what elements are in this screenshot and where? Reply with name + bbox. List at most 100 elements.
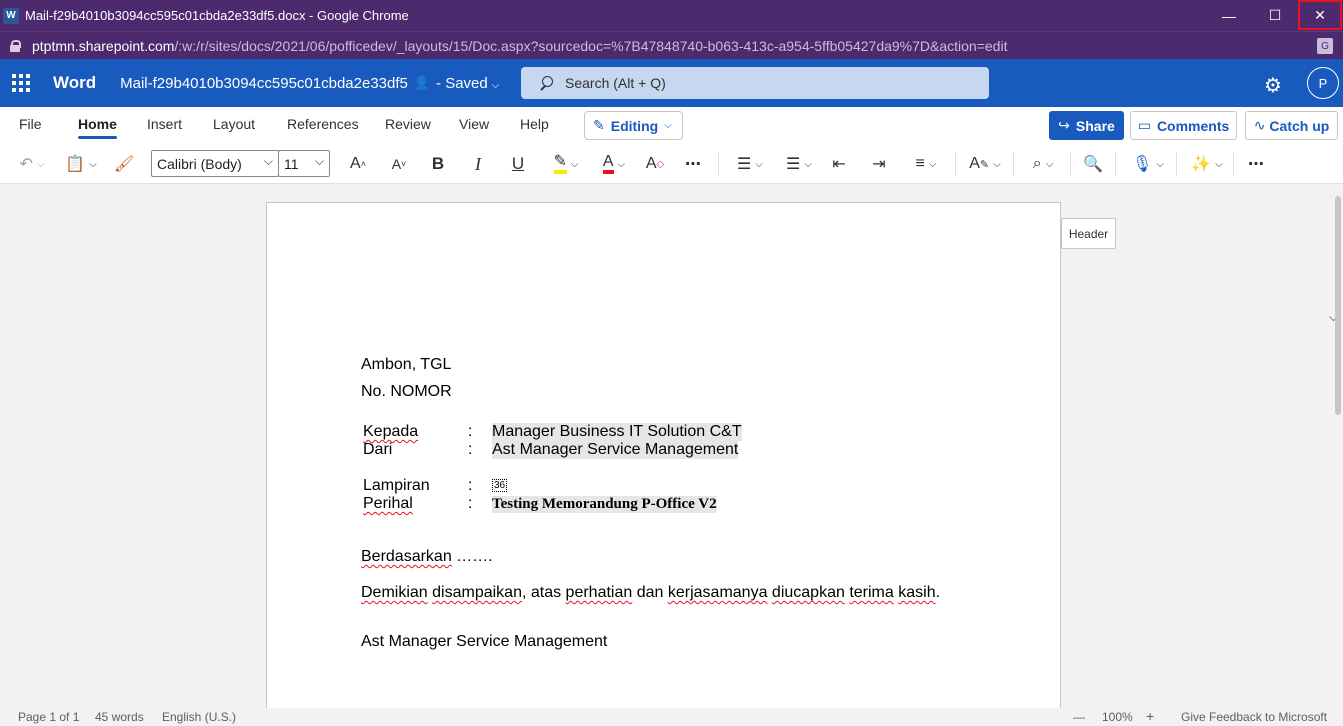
shared-people-icon: 👤 (413, 75, 431, 90)
doc-dari-label[interactable]: Dari (363, 441, 392, 459)
share-button[interactable]: ↪ Share (1049, 111, 1124, 140)
underline-icon[interactable]: U (507, 152, 529, 176)
bold-icon[interactable]: B (427, 152, 449, 176)
close-button[interactable]: ✕ (1298, 0, 1342, 30)
window-title: Mail-f29b4010b3094cc595c01cbda2e33df5.do… (25, 8, 409, 23)
search-box[interactable]: Search (Alt + Q) (521, 67, 989, 99)
doc-word: perhatian (565, 584, 633, 601)
align-icon[interactable]: ≡ ⌵ (907, 152, 945, 176)
chevron-down-icon: ⌵ (664, 120, 672, 131)
url-host: ptptmn.sharepoint.com (32, 37, 175, 54)
maximize-button[interactable]: ☐ (1252, 0, 1298, 31)
font-color-icon[interactable]: A ⌵ (594, 152, 634, 176)
clear-formatting-icon[interactable]: A ◇ (643, 152, 667, 176)
chevron-down-icon: ⌵ (314, 154, 324, 168)
increase-indent-icon[interactable]: ⇥ (868, 152, 890, 176)
immersive-reader-icon[interactable]: 🔍 (1081, 152, 1105, 176)
doc-number[interactable]: No. NOMOR (361, 383, 452, 401)
find-icon[interactable]: ⌕ ⌵ (1025, 152, 1061, 176)
font-size-value: 11 (284, 155, 299, 172)
styles-icon[interactable]: A ✎ ⌵ (966, 152, 1004, 176)
word-header: Word Mail-f29b4010b3094cc595c01cbda2e33d… (0, 59, 1343, 107)
translate-icon[interactable]: G (1317, 38, 1333, 54)
minimize-button[interactable]: — (1206, 0, 1252, 31)
url-text[interactable]: ptptmn.sharepoint.com/:w:/r/sites/docs/2… (32, 38, 1007, 54)
comments-label: Comments (1156, 117, 1230, 134)
italic-icon[interactable]: I (467, 152, 489, 176)
url-path: /:w:/r/sites/docs/2021/06/pofficedev/_la… (174, 37, 1008, 54)
zoom-out-button[interactable]: — (1073, 710, 1085, 724)
tab-home[interactable]: Home (78, 116, 117, 139)
language-status[interactable]: English (U.S.) (162, 710, 236, 724)
doc-perihal-label[interactable]: Perihal (363, 495, 413, 513)
vertical-scrollbar[interactable] (1335, 196, 1341, 415)
doc-lampiran-value[interactable]: 36 (492, 479, 508, 492)
avatar[interactable]: P (1307, 67, 1339, 99)
dictate-icon[interactable]: 🎙 ⌵ (1128, 152, 1168, 176)
doc-word: kasih (898, 584, 936, 601)
app-name[interactable]: Word (53, 73, 96, 93)
more-font-options-icon[interactable]: ⋯ (681, 152, 705, 176)
address-bar[interactable]: ptptmn.sharepoint.com/:w:/r/sites/docs/2… (0, 31, 1343, 59)
numbering-icon[interactable]: ☰ ⌵ (780, 152, 818, 176)
save-status-label: - Saved (436, 74, 488, 92)
word-count[interactable]: 45 words (95, 710, 144, 724)
feedback-link[interactable]: Give Feedback to Microsoft (1181, 710, 1327, 724)
doc-colon: : (468, 495, 473, 512)
activity-icon: ∿ (1253, 117, 1266, 133)
doc-closing-sentence[interactable]: Demikian disampaikan, atas perhatian dan… (361, 584, 940, 602)
undo-icon[interactable]: ↶ ⌵ (14, 152, 50, 176)
doc-place-date[interactable]: Ambon, TGL (361, 356, 451, 374)
tab-review[interactable]: Review (385, 116, 431, 132)
doc-kepada-value[interactable]: Manager Business IT Solution C&T (492, 423, 742, 441)
catch-up-label: Catch up (1269, 117, 1330, 134)
document-name[interactable]: Mail-f29b4010b3094cc595c01cbda2e33df5 (120, 75, 408, 92)
toolbar-divider (955, 152, 956, 176)
more-options-icon[interactable]: ⋯ (1244, 152, 1268, 176)
editing-mode-button[interactable]: ✎ Editing ⌵ (584, 111, 683, 140)
tab-layout[interactable]: Layout (213, 116, 255, 132)
toolbar-divider (1013, 152, 1014, 176)
toolbar-divider (1070, 152, 1071, 176)
app-launcher-icon[interactable] (12, 74, 30, 92)
tab-file[interactable]: File (19, 116, 42, 132)
tab-insert[interactable]: Insert (147, 116, 182, 132)
doc-berdasarkan[interactable]: Berdasarkan ……. (361, 548, 493, 566)
ribbon-toolbar: ↶ ⌵ 📋 ⌵ 🖌 Calibri (Body) ⌵ 11 ⌵ A ˄ A ˅ B I … (0, 144, 1343, 324)
gear-icon[interactable]: ⚙ (1264, 73, 1282, 98)
save-status[interactable]: - Saved ⌵ (436, 75, 499, 92)
lock-icon[interactable] (10, 39, 21, 52)
tab-references[interactable]: References (287, 116, 359, 132)
comments-button[interactable]: ▭ Comments (1130, 111, 1237, 140)
doc-dari-value[interactable]: Ast Manager Service Management (492, 441, 739, 459)
bullets-icon[interactable]: ☰ ⌵ (731, 152, 769, 176)
clipboard-icon[interactable]: 📋 ⌵ (62, 152, 100, 176)
format-painter-icon[interactable]: 🖌 (112, 152, 136, 176)
doc-colon: : (468, 441, 473, 458)
catch-up-button[interactable]: ∿ Catch up (1245, 111, 1338, 140)
search-icon (539, 76, 553, 90)
doc-lampiran-label[interactable]: Lampiran (363, 477, 430, 495)
font-name-value: Calibri (Body) (157, 155, 242, 172)
window-controls: — ☐ ✕ (1206, 0, 1343, 31)
doc-word: Demikian (361, 584, 428, 601)
header-tag[interactable]: Header (1061, 218, 1116, 249)
doc-kepada-label[interactable]: Kepada (363, 423, 418, 441)
tab-help[interactable]: Help (520, 116, 549, 132)
tab-view[interactable]: View (459, 116, 489, 132)
zoom-level[interactable]: 100% (1102, 710, 1133, 724)
zoom-in-button[interactable]: + (1146, 708, 1154, 724)
grow-font-icon[interactable]: A ˄ (345, 152, 371, 176)
doc-signature[interactable]: Ast Manager Service Management (361, 633, 607, 651)
font-name-select[interactable]: Calibri (Body) ⌵ (151, 150, 279, 177)
doc-colon: : (468, 477, 473, 494)
decrease-indent-icon[interactable]: ⇤ (828, 152, 850, 176)
doc-perihal-value[interactable]: Testing Memorandung P-Office V2 (492, 496, 717, 513)
designer-icon[interactable]: ✨ ⌵ (1187, 152, 1227, 176)
toolbar-divider (1233, 152, 1234, 176)
highlight-icon[interactable]: ✎ ⌵ (546, 152, 586, 176)
font-size-select[interactable]: 11 ⌵ (278, 150, 330, 177)
shrink-font-icon[interactable]: A ˅ (386, 152, 412, 176)
page-count[interactable]: Page 1 of 1 (18, 710, 79, 724)
browser-title-bar: W Mail-f29b4010b3094cc595c01cbda2e33df5.… (0, 0, 1343, 31)
